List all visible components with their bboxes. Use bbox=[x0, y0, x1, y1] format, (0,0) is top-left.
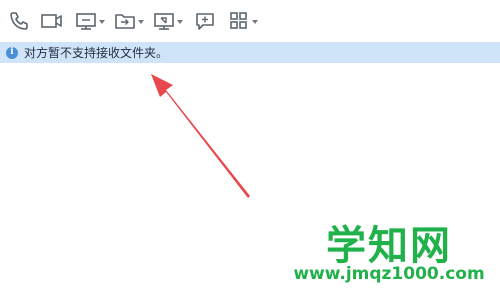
phone-button[interactable] bbox=[8, 9, 30, 33]
apps-grid-button[interactable] bbox=[228, 9, 258, 33]
video-call-button[interactable] bbox=[40, 9, 64, 33]
watermark-url: www.jmqz1000.com bbox=[293, 264, 485, 284]
file-transfer-icon bbox=[115, 14, 135, 29]
chevron-down-icon bbox=[99, 20, 105, 24]
chevron-down-icon bbox=[177, 20, 183, 24]
info-icon: i bbox=[6, 46, 18, 59]
add-chat-button[interactable] bbox=[194, 9, 216, 33]
file-transfer-button[interactable] bbox=[114, 9, 144, 33]
remote-assist-button[interactable] bbox=[153, 9, 183, 33]
screen-share-icon bbox=[76, 13, 96, 30]
watermark-title: 学知网 bbox=[326, 223, 452, 269]
notice-text: 对方暂不支持接收文件夹。 bbox=[24, 46, 169, 60]
screen-share-button[interactable] bbox=[75, 9, 105, 33]
notice-bar: i 对方暂不支持接收文件夹。 bbox=[0, 42, 500, 63]
chevron-down-icon bbox=[138, 20, 144, 24]
phone-icon bbox=[10, 12, 28, 30]
chevron-down-icon bbox=[252, 20, 258, 24]
video-call-icon bbox=[41, 14, 62, 28]
apps-grid-icon bbox=[230, 12, 247, 29]
chat-toolbar bbox=[0, 0, 500, 42]
remote-assist-icon bbox=[154, 13, 174, 30]
watermark: 学知网 www.jmqz1000.com bbox=[278, 207, 500, 291]
add-chat-icon bbox=[196, 13, 214, 30]
